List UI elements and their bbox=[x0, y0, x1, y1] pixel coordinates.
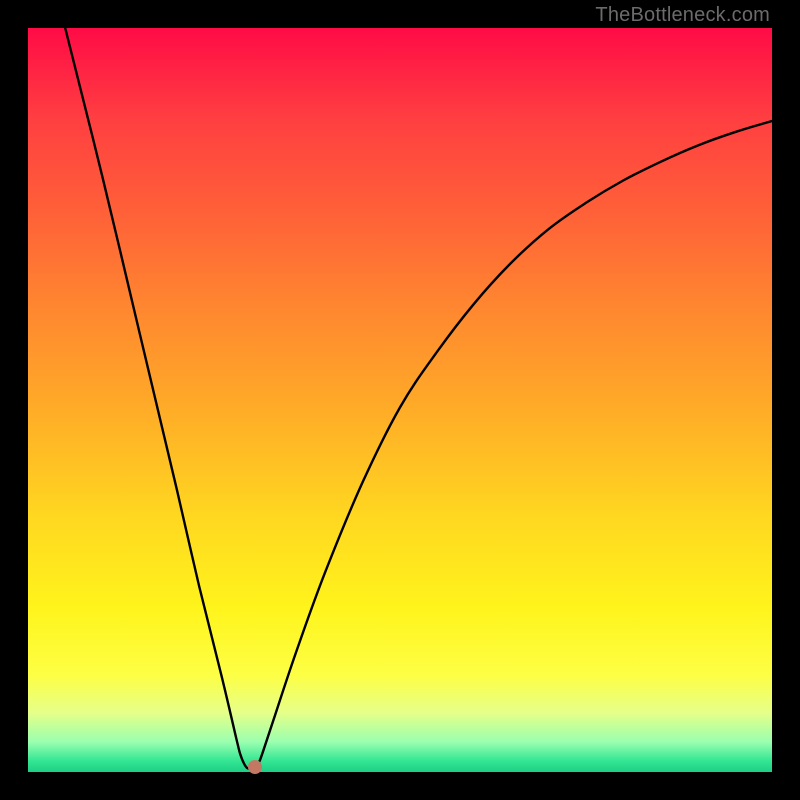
bottleneck-curve bbox=[28, 28, 772, 772]
chart-frame bbox=[28, 28, 772, 772]
curve-path bbox=[65, 28, 772, 769]
optimal-point-marker bbox=[248, 760, 262, 774]
watermark-text: TheBottleneck.com bbox=[595, 4, 770, 27]
